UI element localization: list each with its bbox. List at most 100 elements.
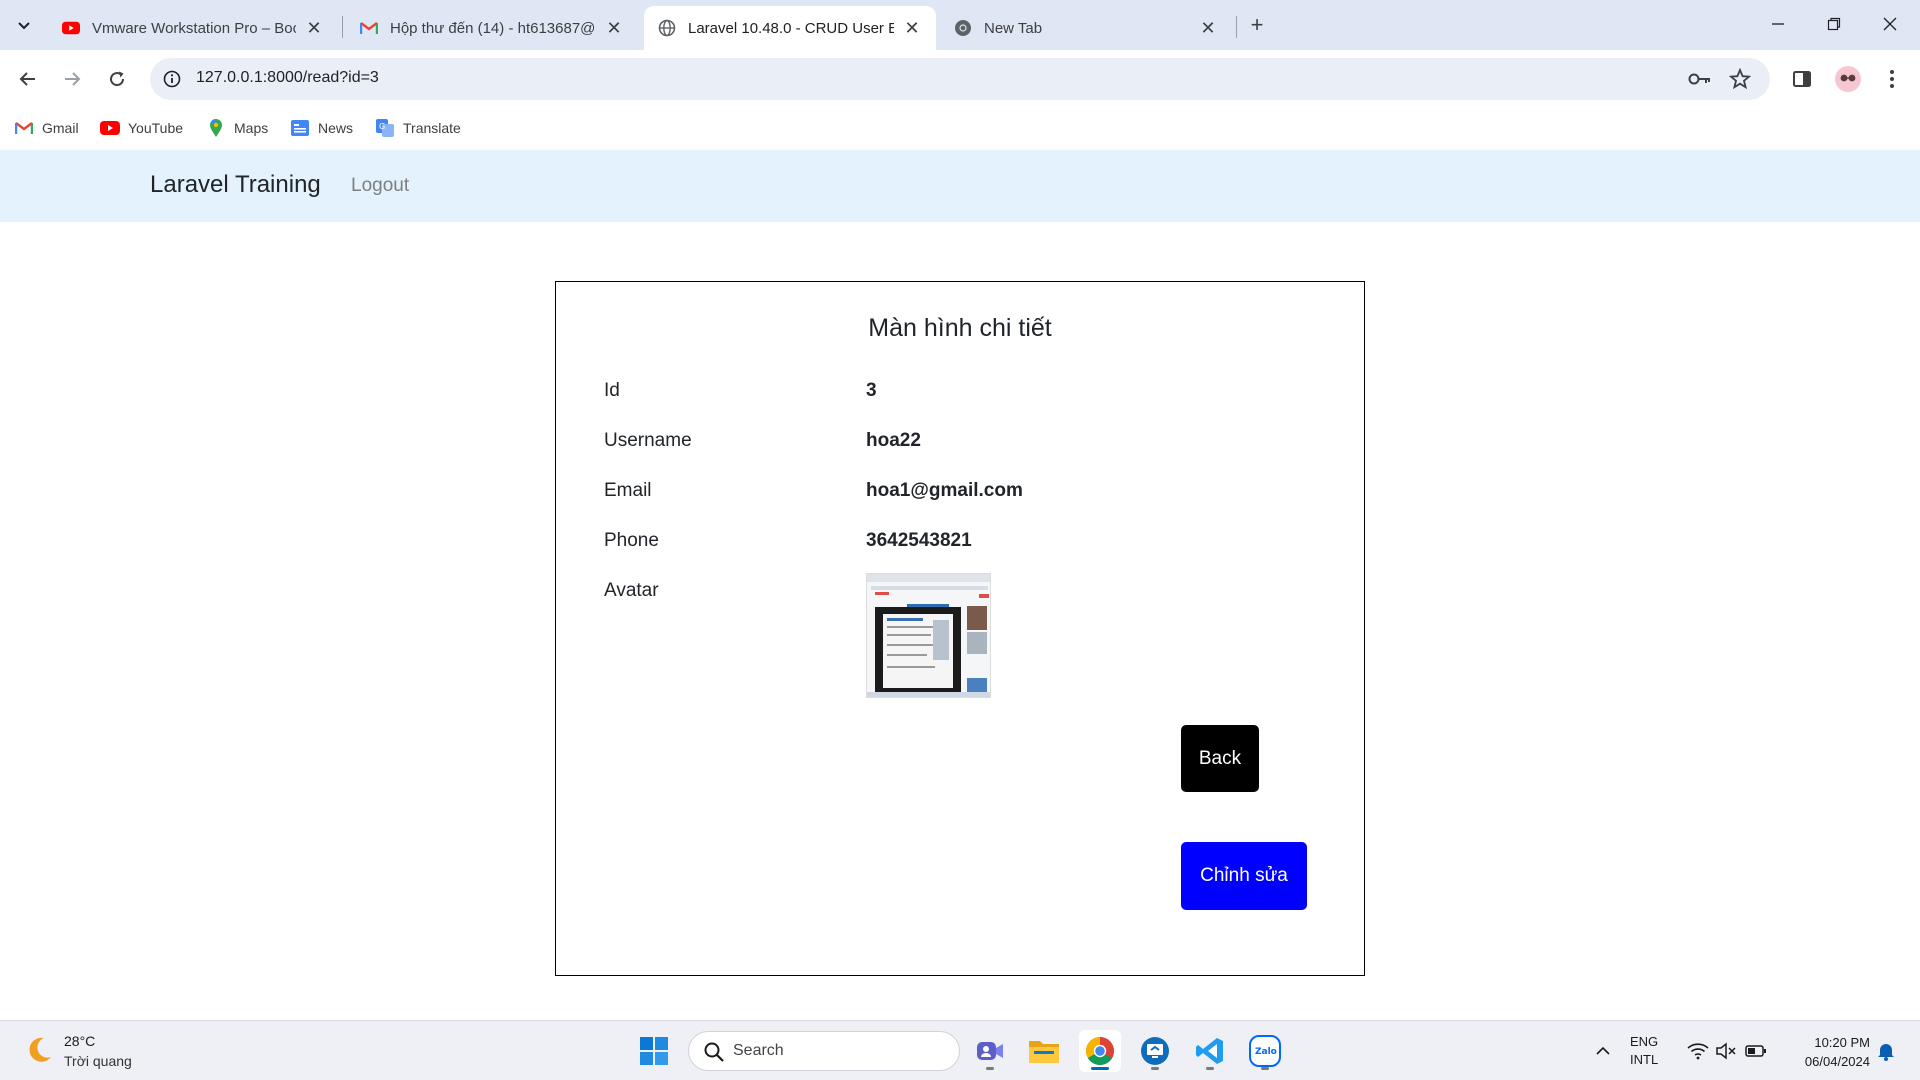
maps-pin-icon <box>206 118 226 138</box>
field-value-id: 3 <box>866 380 877 401</box>
back-button[interactable]: Back <box>1181 725 1259 792</box>
restore-button[interactable] <box>1806 0 1862 48</box>
edit-button[interactable]: Chỉnh sửa <box>1181 842 1307 910</box>
start-button[interactable] <box>633 1030 675 1072</box>
back-nav-button[interactable] <box>10 61 46 97</box>
youtube-icon <box>62 19 80 37</box>
taskbar-clock[interactable]: 10:20 PM 06/04/2024 <box>1782 1033 1870 1071</box>
field-label-email: Email <box>604 480 652 501</box>
tab-new-tab[interactable]: New Tab ✕ <box>940 6 1232 50</box>
plus-icon: + <box>1250 12 1264 37</box>
restore-icon <box>1827 17 1841 31</box>
running-indicator <box>1261 1067 1269 1070</box>
url-text[interactable]: 127.0.0.1:8000/read?id=3 <box>196 69 379 87</box>
bookmark-label: Maps <box>234 120 269 136</box>
close-window-button[interactable] <box>1862 0 1918 48</box>
language-code: ENG <box>1630 1034 1659 1049</box>
bookmark-news[interactable]: News <box>290 118 353 138</box>
volume-muted-icon <box>1716 1042 1736 1060</box>
wifi-icon <box>1687 1043 1709 1060</box>
reload-button[interactable] <box>99 61 135 97</box>
browser-toolbar: 127.0.0.1:8000/read?id=3 <box>0 50 1920 108</box>
taskbar-zalo[interactable]: Zalo <box>1244 1030 1286 1072</box>
taskbar-vscode[interactable] <box>1189 1030 1231 1072</box>
minimize-button[interactable] <box>1750 0 1806 48</box>
bookmark-translate[interactable]: G Translate <box>375 118 461 138</box>
tab-separator <box>1236 16 1237 38</box>
folder-icon <box>1029 1041 1059 1063</box>
bookmarks-bar: Gmail YouTube Maps News G Translate <box>0 108 1920 150</box>
bookmark-youtube[interactable]: YouTube <box>100 118 183 138</box>
side-panel-icon[interactable] <box>1788 65 1816 93</box>
avatar-image <box>866 573 991 698</box>
input-language[interactable]: ENG INTL <box>1630 1033 1658 1069</box>
vscode-icon <box>1196 1038 1223 1064</box>
running-indicator <box>1206 1067 1214 1070</box>
notifications-button[interactable] <box>1872 1021 1900 1080</box>
taskbar-file-explorer[interactable] <box>1023 1030 1065 1072</box>
bell-icon <box>1878 1044 1894 1061</box>
close-icon[interactable]: ✕ <box>604 18 624 38</box>
tab-strip: Vmware Workstation Pro – Boo ✕ Hộp thư đ… <box>0 0 1920 50</box>
field-value-username: hoa22 <box>866 430 921 451</box>
arrow-right-icon <box>65 72 81 86</box>
logout-link[interactable]: Logout <box>351 175 409 197</box>
detail-card: Màn hình chi tiết Id 3 Username hoa22 Em… <box>555 281 1365 976</box>
taskbar-remote-desktop[interactable] <box>1134 1030 1176 1072</box>
svg-text:Zalo: Zalo <box>1255 1047 1277 1057</box>
taskbar-meet[interactable] <box>969 1030 1011 1072</box>
profile-avatar[interactable] <box>1834 65 1862 93</box>
tab-separator <box>342 16 343 38</box>
weather-description[interactable]: Trời quang <box>64 1053 132 1069</box>
password-key-icon[interactable] <box>1688 67 1712 91</box>
bookmark-label: YouTube <box>128 120 184 136</box>
taskbar-chrome[interactable] <box>1079 1030 1121 1072</box>
clock-time: 10:20 PM <box>1814 1035 1870 1050</box>
bookmark-maps[interactable]: Maps <box>206 118 268 138</box>
gmail-icon <box>14 118 34 138</box>
svg-text:G: G <box>379 122 385 131</box>
bookmark-star-icon[interactable] <box>1728 67 1752 91</box>
battery-status[interactable] <box>1742 1021 1770 1080</box>
close-icon[interactable]: ✕ <box>304 18 324 38</box>
site-info-icon[interactable] <box>158 65 186 93</box>
news-icon <box>290 118 310 138</box>
forward-nav-button[interactable] <box>54 61 90 97</box>
field-label-phone: Phone <box>604 530 659 551</box>
moon-weather-icon[interactable] <box>22 1033 56 1067</box>
navbar-brand[interactable]: Laravel Training <box>150 171 321 199</box>
volume-status[interactable] <box>1712 1021 1740 1080</box>
weather-temperature[interactable]: 28°C <box>64 1033 95 1049</box>
chevron-up-icon <box>1596 1046 1610 1055</box>
tab-title: Laravel 10.48.0 - CRUD User Ex <box>688 19 894 37</box>
chevron-down-icon <box>18 22 30 30</box>
taskbar-search[interactable]: Search <box>688 1031 960 1071</box>
field-label-username: Username <box>604 430 692 451</box>
tab-gmail[interactable]: Hộp thư đến (14) - ht613687@ ✕ <box>346 6 638 50</box>
chrome-icon <box>954 19 972 37</box>
bookmark-label: News <box>318 120 354 136</box>
new-tab-button[interactable]: + <box>1242 10 1272 40</box>
minimize-icon <box>1772 23 1784 25</box>
reload-icon <box>110 71 125 87</box>
bookmark-gmail[interactable]: Gmail <box>14 118 79 138</box>
bookmark-label: Translate <box>403 120 461 136</box>
youtube-icon <box>100 118 120 138</box>
tab-laravel[interactable]: Laravel 10.48.0 - CRUD User Ex ✕ <box>644 6 936 50</box>
tab-title: Hộp thư đến (14) - ht613687@ <box>390 19 596 37</box>
tab-search-button[interactable] <box>8 9 40 41</box>
tab-title: Vmware Workstation Pro – Boo <box>92 19 296 37</box>
search-placeholder: Search <box>733 1042 784 1059</box>
show-hidden-icons-button[interactable] <box>1590 1021 1616 1080</box>
windows-logo-icon <box>640 1037 668 1065</box>
wifi-status[interactable] <box>1684 1021 1712 1080</box>
arrow-left-icon <box>19 72 35 86</box>
address-bar[interactable]: 127.0.0.1:8000/read?id=3 <box>150 58 1770 100</box>
search-icon <box>704 1042 724 1062</box>
active-indicator <box>1091 1067 1109 1070</box>
field-label-id: Id <box>604 380 620 401</box>
tab-vmware[interactable]: Vmware Workstation Pro – Boo ✕ <box>48 6 338 50</box>
menu-kebab-icon[interactable] <box>1878 65 1906 93</box>
close-icon[interactable]: ✕ <box>1198 18 1218 38</box>
close-icon[interactable]: ✕ <box>902 18 922 38</box>
